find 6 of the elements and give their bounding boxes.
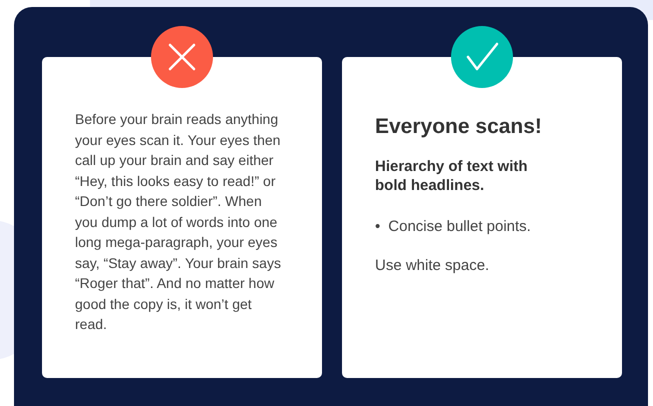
heading: Everyone scans! <box>375 114 543 140</box>
bullet-marker: • <box>375 216 380 236</box>
bullet-text: Concise bullet points. <box>388 216 531 236</box>
subheading: Hierarchy of text with bold headlines. <box>375 156 529 194</box>
paragraph: Use white space. <box>375 256 490 276</box>
paragraph: Before your brain reads anything your eyes scan it. Your eyes then call up your brain and say either “Hey, this looks easy to read!” or “Don’t go there soldier”. When you dump a lot of words into one long mega-paragraph, your eyes say, “Stay away”. Your brain says “Roger that”. And no matter how good the copy is, it won’t get read. <box>75 110 282 334</box>
